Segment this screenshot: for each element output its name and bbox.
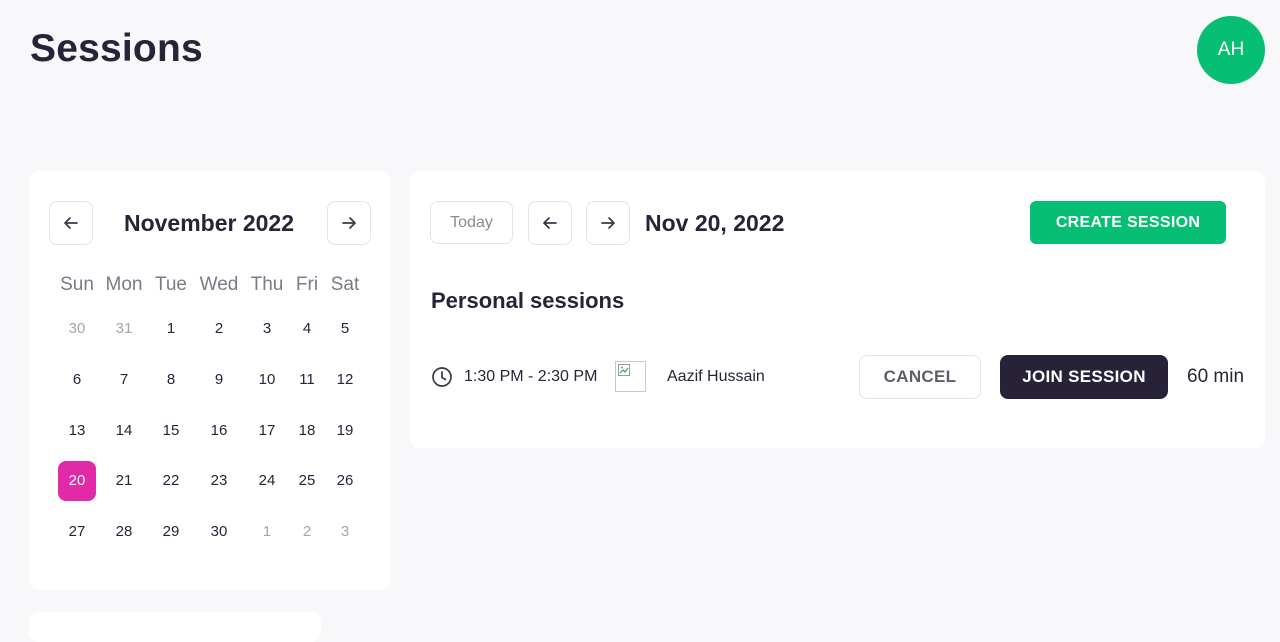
calendar-day[interactable]: 11 (287, 360, 327, 400)
weekday-label: Sun (60, 274, 94, 295)
calendar-day[interactable]: 15 (151, 411, 191, 451)
calendar-day[interactable]: 1 (247, 512, 287, 552)
participant-name: Aazif Hussain (667, 368, 765, 385)
weekday-label: Thu (250, 274, 284, 295)
cancel-session-button[interactable]: CANCEL (859, 355, 981, 399)
calendar-day[interactable]: 10 (247, 360, 287, 400)
calendar-day[interactable]: 3 (247, 309, 287, 349)
weekday-label: Tue (154, 274, 188, 295)
session-time: 1:30 PM - 2:30 PM (464, 368, 598, 385)
month-label: November 2022 (123, 210, 295, 236)
calendar-day[interactable]: 23 (199, 461, 239, 501)
calendar-day-selected[interactable]: 20 (58, 461, 96, 501)
calendar-week-row: 13 14 15 16 17 18 19 (29, 421, 390, 441)
create-session-button[interactable]: CREATE SESSION (1030, 201, 1226, 244)
calendar-day[interactable]: 3 (325, 512, 365, 552)
calendar-week-row: 6 7 8 9 10 11 12 (29, 370, 390, 390)
weekday-header: Sun Mon Tue Wed Thu Fri Sat (29, 275, 390, 295)
secondary-card (29, 612, 321, 642)
calendar-day[interactable]: 7 (104, 360, 144, 400)
calendar-day[interactable]: 2 (287, 512, 327, 552)
user-avatar[interactable]: AH (1197, 16, 1265, 84)
next-month-button[interactable] (327, 201, 371, 245)
weekday-label: Mon (105, 274, 143, 295)
calendar-day[interactable]: 18 (287, 411, 327, 451)
calendar-day[interactable]: 16 (199, 411, 239, 451)
calendar-day[interactable]: 4 (287, 309, 327, 349)
calendar-day[interactable]: 25 (287, 461, 327, 501)
arrow-right-icon (342, 217, 356, 229)
prev-month-button[interactable] (49, 201, 93, 245)
weekday-label: Sat (330, 274, 360, 295)
calendar-day[interactable]: 9 (199, 360, 239, 400)
join-session-button[interactable]: JOIN SESSION (1000, 355, 1168, 399)
calendar-day[interactable]: 1 (151, 309, 191, 349)
sessions-card: Today Nov 20, 2022 CREATE SESSION Person… (410, 171, 1265, 448)
today-button[interactable]: Today (430, 201, 513, 244)
arrow-left-icon (64, 217, 78, 229)
calendar-day[interactable]: 17 (247, 411, 287, 451)
session-duration: 60 min (1187, 366, 1245, 387)
broken-image-icon (618, 364, 630, 376)
calendar-day[interactable]: 19 (325, 411, 365, 451)
participant-avatar (615, 361, 646, 392)
calendar-day[interactable]: 13 (57, 411, 97, 451)
clock-icon (432, 367, 452, 387)
calendar-day[interactable]: 8 (151, 360, 191, 400)
current-date: Nov 20, 2022 (645, 210, 785, 236)
calendar-week-row: 20 21 22 23 24 25 26 (29, 461, 390, 501)
prev-day-button[interactable] (528, 201, 572, 245)
calendar-week-row: 30 31 1 2 3 4 5 (29, 319, 390, 339)
arrow-right-icon (601, 217, 615, 229)
calendar-day[interactable]: 6 (57, 360, 97, 400)
calendar-day[interactable]: 5 (325, 309, 365, 349)
calendar-day[interactable]: 28 (104, 512, 144, 552)
calendar-day[interactable]: 31 (104, 309, 144, 349)
calendar-day[interactable]: 29 (151, 512, 191, 552)
section-title: Personal sessions (431, 288, 625, 313)
calendar-day[interactable]: 27 (57, 512, 97, 552)
next-day-button[interactable] (586, 201, 630, 245)
calendar-week-row: 27 28 29 30 1 2 3 (29, 522, 390, 542)
calendar-day[interactable]: 24 (247, 461, 287, 501)
calendar-day[interactable]: 21 (104, 461, 144, 501)
weekday-label: Wed (199, 274, 239, 295)
calendar-day[interactable]: 30 (57, 309, 97, 349)
calendar-day[interactable]: 14 (104, 411, 144, 451)
page-title: Sessions (30, 27, 203, 70)
calendar-day[interactable]: 26 (325, 461, 365, 501)
weekday-label: Fri (295, 274, 319, 295)
calendar-card: November 2022 Sun Mon Tue Wed Thu Fri Sa… (29, 171, 390, 590)
arrow-left-icon (543, 217, 557, 229)
calendar-day[interactable]: 2 (199, 309, 239, 349)
calendar-day[interactable]: 12 (325, 360, 365, 400)
calendar-day[interactable]: 22 (151, 461, 191, 501)
calendar-day[interactable]: 30 (199, 512, 239, 552)
